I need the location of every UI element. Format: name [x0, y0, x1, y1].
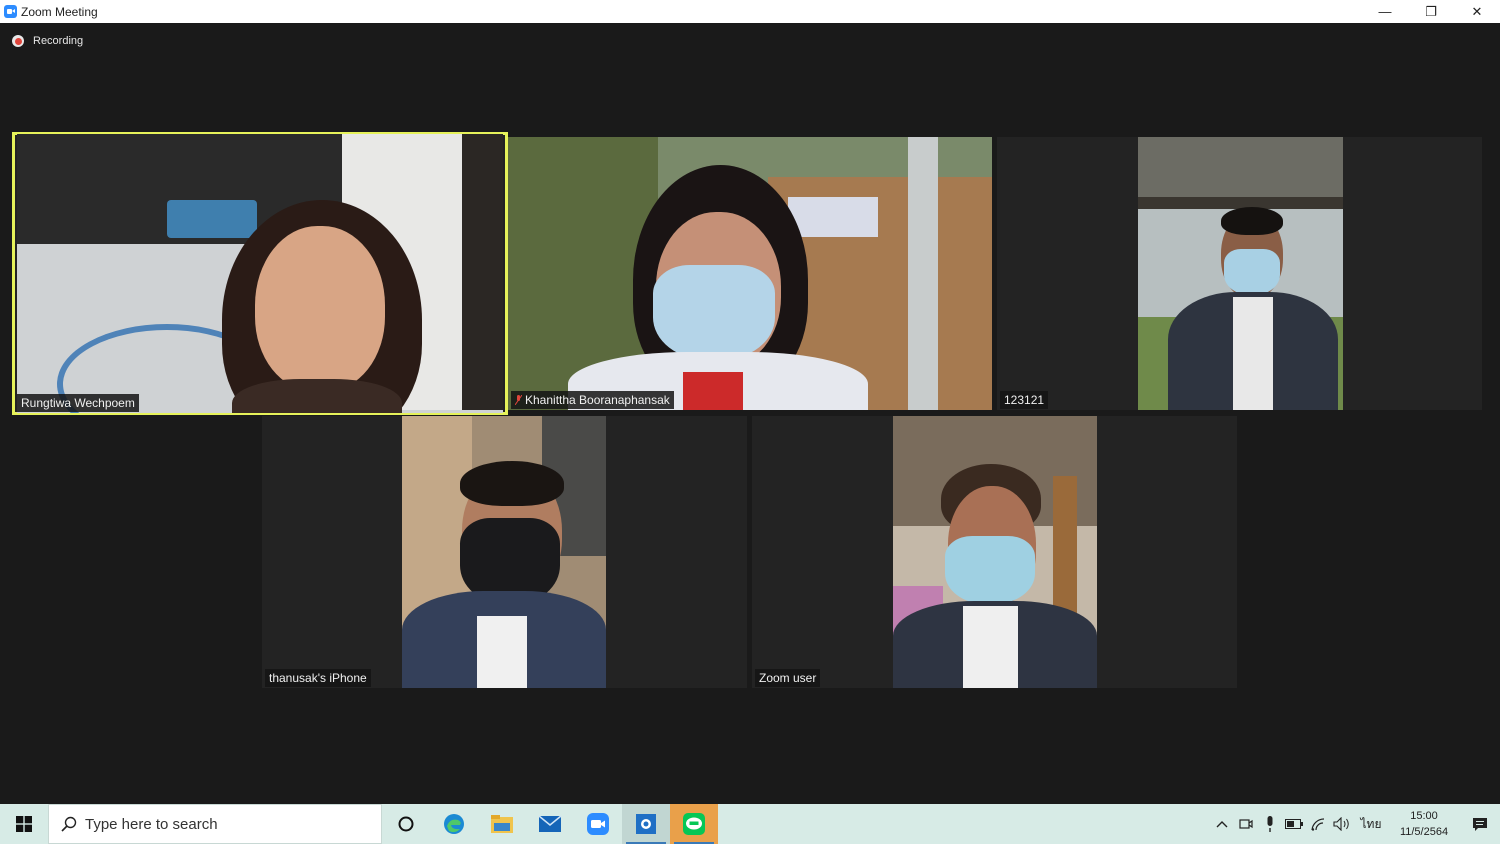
video-tile-zoom-user[interactable]: Zoom user — [752, 416, 1237, 688]
edge-icon — [444, 814, 464, 834]
recording-label: Recording — [33, 35, 84, 47]
taskbar-line[interactable] — [670, 804, 718, 844]
sign-background — [788, 197, 878, 237]
clock-date: 11/5/2564 — [1399, 826, 1449, 838]
windows-taskbar: Type here to search ไทย 15:00 11/5/2564 — [0, 804, 1500, 844]
windows-logo-icon — [16, 816, 32, 832]
taskbar-clock[interactable]: 15:00 11/5/2564 — [1388, 808, 1460, 840]
title-bar: Zoom Meeting — ❐ ✕ — [0, 0, 1500, 23]
taskbar-mail[interactable] — [526, 804, 574, 844]
video-feed — [1138, 137, 1343, 410]
microphone-icon — [1267, 816, 1273, 832]
video-feed — [893, 416, 1097, 688]
minimize-icon: — — [1378, 4, 1392, 19]
taskbar-search[interactable]: Type here to search — [48, 804, 382, 844]
close-button[interactable]: ✕ — [1454, 0, 1500, 23]
close-icon: ✕ — [1471, 3, 1483, 19]
taskbar-zoom[interactable] — [574, 804, 622, 844]
white-shirt — [963, 606, 1018, 688]
recording-icon — [12, 35, 24, 47]
restore-icon: ❐ — [1425, 3, 1437, 19]
red-shirt — [683, 372, 743, 410]
wifi-icon — [1311, 818, 1325, 831]
search-placeholder: Type here to search — [85, 815, 218, 833]
door-background — [462, 134, 503, 410]
restore-button[interactable]: ❐ — [1408, 0, 1454, 23]
chevron-up-icon — [1216, 821, 1228, 828]
input-language: ไทย — [1360, 816, 1382, 831]
volume-icon — [1333, 817, 1349, 831]
taskbar-store[interactable] — [622, 804, 670, 844]
minimize-button[interactable]: — — [1362, 0, 1408, 23]
participant-name-text: Khanittha Booranaphansak — [525, 393, 670, 407]
cortana-icon — [398, 816, 414, 832]
person-body — [232, 379, 402, 413]
face-mask — [653, 265, 775, 360]
window-title: Zoom Meeting — [21, 4, 98, 19]
mail-icon — [538, 815, 562, 832]
video-feed — [508, 137, 992, 410]
clock-time: 15:00 — [1410, 810, 1438, 822]
tray-language[interactable]: ไทย — [1354, 804, 1388, 844]
participant-name: Khanittha Booranaphansak — [511, 391, 674, 409]
battery-icon — [1285, 819, 1303, 829]
taskbar-cortana[interactable] — [382, 804, 430, 844]
tray-wifi[interactable] — [1306, 804, 1330, 844]
taskbar-edge[interactable] — [430, 804, 478, 844]
taskbar-file-explorer[interactable] — [478, 804, 526, 844]
tray-battery[interactable] — [1282, 804, 1306, 844]
window-controls: — ❐ ✕ — [1362, 0, 1500, 23]
action-center-button[interactable] — [1460, 804, 1500, 844]
meet-now-icon — [1239, 819, 1253, 829]
system-tray: ไทย 15:00 11/5/2564 — [1210, 804, 1500, 844]
person-hair — [460, 461, 564, 506]
tray-show-hidden[interactable] — [1210, 804, 1234, 844]
start-button[interactable] — [0, 804, 48, 844]
tray-microphone[interactable] — [1258, 804, 1282, 844]
video-feed — [17, 134, 503, 413]
video-tile-thanusak[interactable]: thanusak's iPhone — [262, 416, 747, 688]
recording-indicator[interactable]: Recording — [12, 35, 83, 47]
video-tile-khanittha[interactable]: Khanittha Booranaphansak — [508, 137, 992, 410]
notification-icon — [1473, 817, 1487, 831]
white-shirt — [477, 616, 527, 688]
person-face — [255, 226, 385, 391]
shelf-items — [167, 200, 257, 238]
participant-name: 123121 — [1000, 391, 1049, 409]
zoom-app-icon — [4, 5, 17, 18]
face-mask — [1224, 249, 1280, 295]
video-tile-rungtiwa[interactable]: Rungtiwa Wechpoem — [12, 132, 508, 415]
search-icon — [61, 816, 77, 832]
line-icon — [683, 813, 705, 835]
white-shirt — [1233, 297, 1273, 410]
store-icon — [636, 814, 656, 834]
video-feed — [402, 416, 606, 688]
face-mask — [945, 536, 1035, 604]
video-tile-123121[interactable]: 123121 — [997, 137, 1482, 410]
participant-name: Rungtiwa Wechpoem — [17, 394, 139, 412]
person-hair — [1221, 207, 1283, 235]
zoom-icon — [587, 813, 609, 835]
pillar — [908, 137, 938, 410]
tray-meet-now[interactable] — [1234, 804, 1258, 844]
participant-name: Zoom user — [755, 669, 821, 687]
participant-name: thanusak's iPhone — [265, 669, 371, 687]
file-explorer-icon — [491, 815, 513, 833]
muted-mic-icon — [515, 395, 522, 405]
tray-volume[interactable] — [1330, 804, 1354, 844]
